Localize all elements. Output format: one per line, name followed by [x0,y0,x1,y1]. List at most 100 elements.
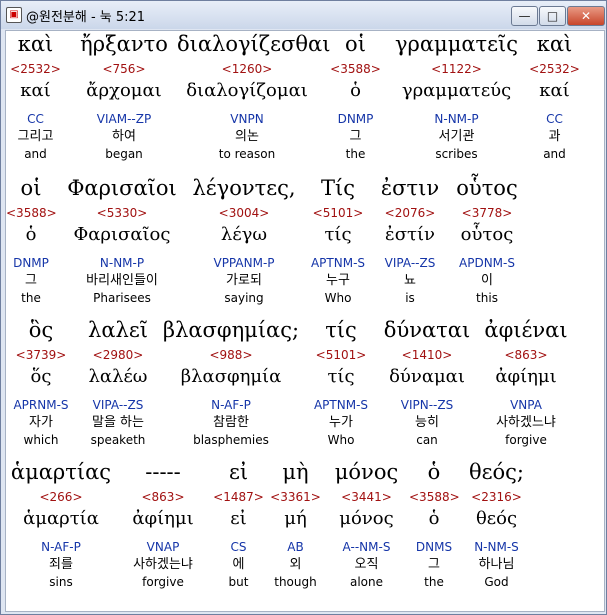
english-gloss: began [105,147,143,161]
english-gloss: this [476,291,498,305]
greek-word: ὃς [28,318,54,342]
parsing-code: VNPN [230,112,264,126]
strongs-number[interactable]: <1487> [211,490,266,505]
greek-word: ὁ [427,460,441,484]
word-cell[interactable]: λέγοντες, <3004> λέγω VPPANM-P 가로되 sayin… [184,175,304,317]
word-cell[interactable]: δύναται <1410> δύναμαι VIPN--ZS 능히 can [382,317,472,459]
word-cell[interactable]: θεός; <2316> θεός N-NM-S 하나님 God [464,459,529,601]
word-cell[interactable]: ἤρξαντο <756> ἄρχομαι VIAM--ZP 하여 began [69,31,179,173]
greek-word: οἱ [345,32,366,56]
strongs-number[interactable]: <863> [476,348,576,363]
strongs-number[interactable]: <756> [69,62,179,77]
strongs-number[interactable]: <2532> [526,62,583,77]
close-button[interactable]: ✕ [567,6,605,26]
english-gloss: sins [49,575,73,589]
word-cell[interactable]: οὗτος <3778> οὗτος APDNM-S 이 this [448,175,526,317]
lemma: εἰ [230,508,247,529]
word-cell[interactable]: Φαρισαῖοι <5330> Φαρισαῖος N-NM-P 바리새인들이… [62,175,182,317]
strongs-number[interactable]: <3778> [448,206,526,221]
strongs-number[interactable]: <3441> [329,490,404,505]
minimize-button[interactable]: — [511,6,538,26]
word-cell[interactable]: οἱ <3588> ὁ DNMP 그 the [327,31,384,173]
word-cell[interactable]: οἱ <3588> ὁ DNMP 그 the [6,175,57,317]
strongs-number[interactable]: <5101> [306,348,376,363]
korean-gloss: 사하겠느냐 [496,415,556,430]
strongs-number[interactable]: <266> [6,490,116,505]
strongs-number[interactable]: <3588> [6,206,57,221]
greek-word: τίς [325,318,357,342]
strongs-number[interactable]: <1260> [177,62,317,77]
korean-gloss: 사하겠는냐 [133,557,193,572]
lemma: τίς [327,366,355,387]
lemma: οὗτος [460,224,514,245]
parsing-code: DNMP [337,112,374,126]
strongs-number[interactable]: <2076> [375,206,445,221]
strongs-number[interactable]: <1410> [382,348,472,363]
korean-gloss: 하나님 [478,557,515,572]
parsing-code: VNAP [146,540,180,554]
korean-gloss: 그리고 [17,129,54,144]
word-cell[interactable]: Τίς <5101> τίς APTNM-S 누구 Who [306,175,370,317]
word-cell[interactable]: ----- <863> ἀφίημι VNAP 사하겠는냐 forgive [118,459,208,601]
book-icon[interactable]: ▣ [6,7,22,23]
korean-gloss: 능히 [415,415,439,430]
korean-gloss: 과 [548,129,561,144]
word-cell[interactable]: ὃς <3739> ὅς APRNM-S 자가 which [6,317,76,459]
word-cell[interactable]: τίς <5101> τίς APTNM-S 누가 Who [306,317,376,459]
greek-word: μόνος [334,460,399,484]
english-gloss: alone [349,575,384,589]
strongs-number[interactable]: <3588> [409,490,460,505]
parsing-code: N-NM-P [434,112,479,126]
korean-gloss: 참람한 [213,415,249,430]
korean-gloss: 그 [25,273,37,288]
lemma: ἄρχομαι [86,80,162,101]
strongs-number[interactable]: <1122> [389,62,524,77]
word-cell[interactable]: καὶ <2532> καί CC 그리고 and [6,31,65,173]
lemma: δύναμαι [389,366,465,387]
word-cell[interactable]: γραμματεῖς <1122> γραμματεύς N-NM-P 서기관 … [389,31,524,173]
word-cell[interactable]: μόνος <3441> μόνος A--NM-S 오직 alone [329,459,404,601]
strongs-number[interactable]: <5101> [306,206,370,221]
parsing-code: N-NM-P [99,256,145,270]
parsing-code: VNPA [510,398,542,412]
word-cell[interactable]: μὴ <3361> μή AB 외 though [268,459,323,601]
lemma: γραμματεύς [401,80,512,101]
english-gloss: can [416,433,438,447]
maximize-button[interactable]: □ [539,6,566,26]
interlinear-window: ▣ @원전분해 - 눅 5:21 — □ ✕ καὶ <2532> καί CC… [0,0,607,615]
korean-gloss: 서기관 [438,129,475,144]
korean-gloss: 가로되 [226,273,262,288]
greek-word: θεός; [468,460,524,484]
strongs-number[interactable]: <3361> [268,490,323,505]
word-cell[interactable]: ἀφιέναι <863> ἀφίημι VNPA 사하겠느냐 forgive [476,317,576,459]
parsing-code: APDNM-S [459,256,515,270]
strongs-number[interactable]: <2316> [464,490,529,505]
korean-gloss: 말을 하는 [92,415,144,430]
strongs-number[interactable]: <988> [161,348,301,363]
strongs-number[interactable]: <3739> [6,348,76,363]
english-gloss: forgive [142,575,184,589]
word-cell[interactable]: ὁ <3588> ὁ DNMS 그 the [409,459,460,601]
strongs-number[interactable]: <3588> [327,62,384,77]
word-cell[interactable]: καὶ <2532> καί CC 과 and [526,31,583,173]
strongs-number[interactable]: <2980> [78,348,158,363]
strongs-number[interactable]: <5330> [62,206,182,221]
word-cell[interactable]: ἐστιν <2076> ἐστίν VIPA--ZS 뇨 is [375,175,445,317]
word-cell[interactable]: ἁμαρτίας <266> ἁμαρτία N-AF-P 죄를 sins [6,459,116,601]
word-cell[interactable]: βλασφημίας; <988> βλασφημία N-AF-P 참람한 b… [161,317,301,459]
word-cell[interactable]: λαλεῖ <2980> λαλέω VIPA--ZS 말을 하는 speake… [78,317,158,459]
greek-word: οὗτος [456,176,518,200]
strongs-number[interactable]: <2532> [6,62,65,77]
greek-word: ἀφιέναι [484,318,568,342]
strongs-number[interactable]: <863> [118,490,208,505]
parsing-code: DNMP [13,256,49,270]
word-cell[interactable]: διαλογίζεσθαι <1260> διαλογίζομαι VNPN 의… [177,31,330,173]
greek-word: ----- [145,460,181,484]
lemma: βλασφημία [180,366,282,387]
word-cell[interactable]: εἰ <1487> εἰ CS 에 but [211,459,266,601]
korean-gloss: 누구 [326,273,350,288]
title-bar[interactable]: ▣ @원전분해 - 눅 5:21 — □ ✕ [1,1,606,29]
parsing-code: N-AF-P [41,540,81,554]
korean-gloss: 에 [232,557,245,572]
strongs-number[interactable]: <3004> [184,206,304,221]
